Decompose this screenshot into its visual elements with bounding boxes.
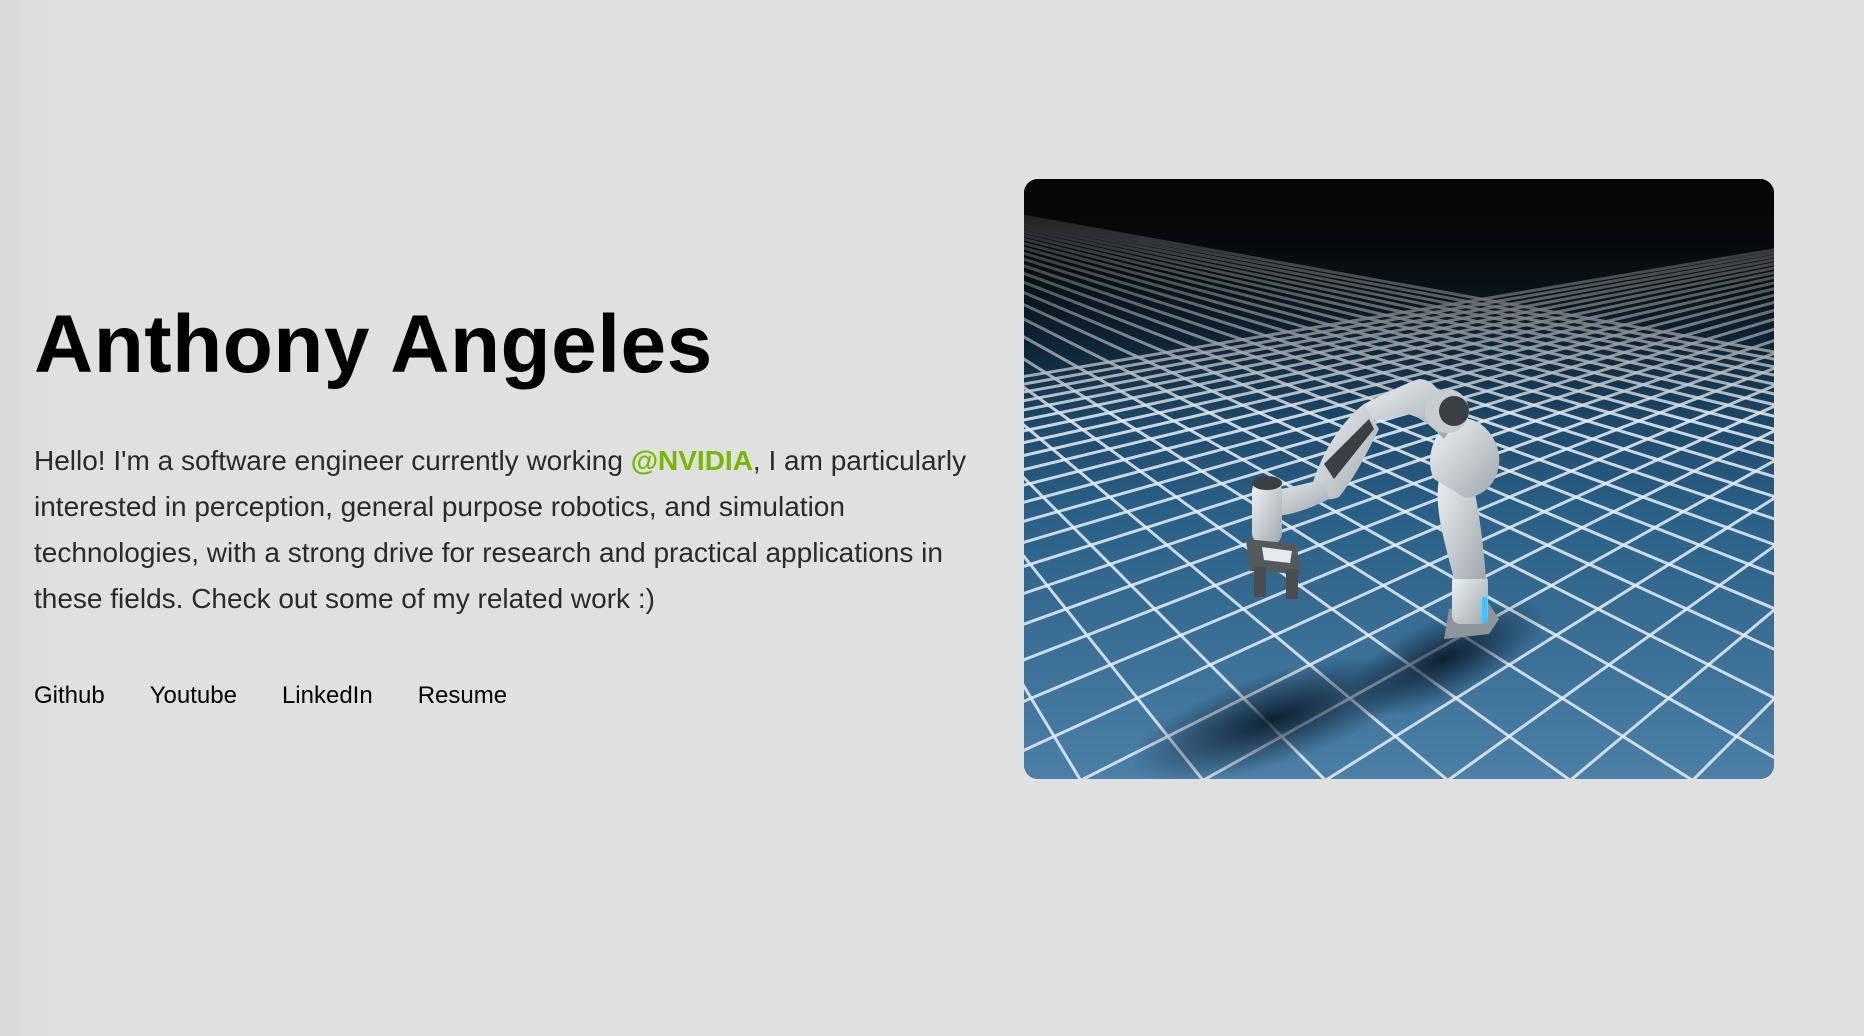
linkedin-link[interactable]: LinkedIn — [282, 682, 373, 710]
social-links: Github Youtube LinkedIn Resume — [34, 682, 974, 710]
intro-panel: Anthony Angeles Hello! I'm a software en… — [34, 299, 974, 710]
hero-section: Anthony Angeles Hello! I'm a software en… — [0, 0, 1864, 1036]
bio-paragraph: Hello! I'm a software engineer currently… — [34, 438, 974, 622]
employer-highlight: @NVIDIA — [630, 445, 753, 477]
robot-arm-illustration — [1024, 179, 1774, 779]
page-title: Anthony Angeles — [34, 299, 713, 390]
bio-text-start: Hello! I'm a software engineer currently… — [34, 445, 631, 477]
resume-link[interactable]: Resume — [418, 682, 507, 710]
youtube-link[interactable]: Youtube — [150, 682, 237, 710]
github-link[interactable]: Github — [34, 682, 105, 710]
robot-arm-image — [1024, 179, 1774, 779]
